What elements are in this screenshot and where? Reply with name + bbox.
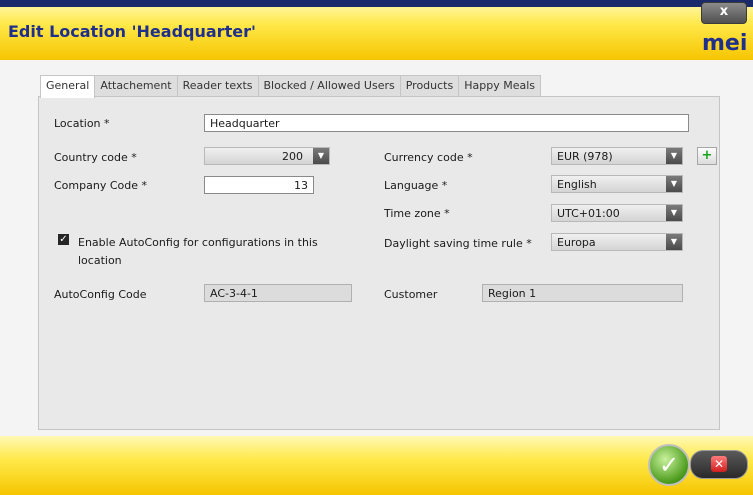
customer-label: Customer — [384, 288, 438, 301]
cancel-button[interactable]: ✕ — [690, 450, 748, 479]
dropdown-arrow-icon: ▼ — [666, 205, 682, 221]
currency-code-label: Currency code * — [384, 151, 473, 164]
autoconfig-checkbox-label-line2: location — [78, 254, 122, 267]
header-bar: Edit Location 'Headquarter' x mei — [0, 0, 753, 60]
location-input[interactable]: Headquarter — [204, 114, 689, 132]
autoconfig-code-label: AutoConfig Code — [54, 288, 147, 301]
edit-location-dialog: Edit Location 'Headquarter' x mei Genera… — [0, 0, 753, 495]
tab-general[interactable]: General — [40, 75, 96, 98]
tab-reader-texts[interactable]: Reader texts — [176, 75, 259, 96]
close-x-icon: ✕ — [711, 456, 727, 472]
close-button[interactable]: x — [701, 2, 747, 24]
dropdown-arrow-icon: ▼ — [666, 234, 682, 250]
time-zone-label: Time zone * — [384, 207, 450, 220]
currency-code-value: EUR (978) — [557, 150, 613, 163]
location-label: Location * — [54, 117, 110, 130]
brand-logo: mei — [702, 31, 748, 56]
dialog-title: Edit Location 'Headquarter' — [8, 22, 256, 41]
tab-attachement[interactable]: Attachement — [94, 75, 178, 96]
country-code-value: 200 — [282, 150, 303, 163]
dst-rule-select[interactable]: Europa ▼ — [551, 233, 683, 251]
dropdown-arrow-icon: ▼ — [666, 176, 682, 192]
country-code-label: Country code * — [54, 151, 137, 164]
currency-code-select[interactable]: EUR (978) ▼ — [551, 147, 683, 165]
language-value: English — [557, 178, 597, 191]
time-zone-value: UTC+01:00 — [557, 207, 620, 220]
customer-field: Region 1 — [482, 284, 683, 302]
country-code-select[interactable]: 200 ▼ — [204, 147, 330, 165]
language-select[interactable]: English ▼ — [551, 175, 683, 193]
autoconfig-checkbox[interactable]: ✓ — [58, 234, 69, 245]
tab-blocked-allowed-users[interactable]: Blocked / Allowed Users — [257, 75, 401, 96]
window-top-strip — [0, 0, 753, 7]
ok-button[interactable]: ✓ — [648, 444, 690, 486]
language-label: Language * — [384, 179, 448, 192]
tab-products[interactable]: Products — [399, 75, 460, 96]
add-currency-button[interactable]: + — [697, 147, 717, 165]
dst-rule-label: Daylight saving time rule * — [384, 237, 532, 250]
dropdown-arrow-icon: ▼ — [313, 148, 329, 164]
tab-bar: General Attachement Reader texts Blocked… — [40, 75, 542, 98]
company-code-input[interactable]: 13 — [204, 176, 314, 194]
tab-happy-meals[interactable]: Happy Meals — [458, 75, 542, 96]
autoconfig-code-field: AC-3-4-1 — [204, 284, 352, 302]
dropdown-arrow-icon: ▼ — [666, 148, 682, 164]
autoconfig-checkbox-label-line1: Enable AutoConfig for configurations in … — [78, 236, 318, 249]
company-code-label: Company Code * — [54, 179, 147, 192]
footer-bar — [0, 436, 753, 495]
dst-rule-value: Europa — [557, 236, 596, 249]
time-zone-select[interactable]: UTC+01:00 ▼ — [551, 204, 683, 222]
